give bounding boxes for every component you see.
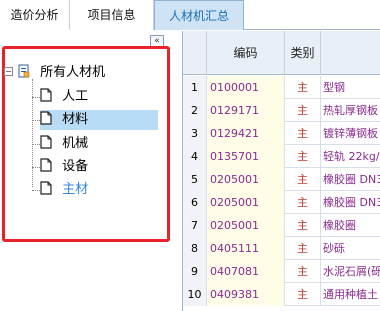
table-row[interactable]: 2 0129171 主热轧厚钢板 (183, 99, 380, 122)
row-type: 主 (285, 283, 321, 306)
row-index: 4 (183, 145, 207, 168)
grid-header: 编码 类别 (183, 31, 380, 75)
row-name: 热轧厚钢板 (323, 104, 378, 117)
row-code: 0205001 (207, 191, 285, 214)
row-name: 橡胶圈 DN3 (323, 196, 380, 209)
resource-grid: 编码 类别 1 0100001 主型钢 2 0129171 主热轧厚钢板 3 0129421 主… (182, 31, 380, 311)
row-name: 橡胶圈 DN3 (323, 173, 380, 186)
table-row[interactable]: 9 0407081 主水泥石屑(砾 (183, 260, 380, 283)
tree-connector (32, 120, 40, 121)
row-code: 0135701 (207, 145, 285, 168)
table-row[interactable]: 4 0135701 主轻轨 22kg/ (183, 145, 380, 168)
row-code: 0129421 (207, 122, 285, 145)
row-code: 0100001 (207, 76, 285, 99)
tree-item-main-materials[interactable]: 主材 (40, 180, 88, 200)
row-code: 0409381 (207, 283, 285, 306)
row-index: 2 (183, 99, 207, 122)
document-icon (40, 158, 52, 172)
tab-bar: 造价分析 项目信息 人材机汇总 (0, 0, 380, 30)
row-type: 主 (285, 145, 321, 168)
tree-connector (32, 190, 40, 191)
row-name: 轻轨 22kg/ (323, 150, 380, 163)
row-type: 主 (285, 76, 321, 99)
tree-root-icon (18, 64, 30, 78)
row-code: 0205001 (207, 214, 285, 237)
row-name: 通用种植土 (323, 288, 378, 301)
row-index: 6 (183, 191, 207, 214)
row-index: 10 (183, 283, 207, 306)
tree-root-all-resources[interactable]: 所有人材机 (18, 63, 105, 83)
row-type: 主 (285, 122, 321, 145)
row-name: 橡胶圈 (323, 219, 356, 232)
row-index: 3 (183, 122, 207, 145)
column-header-name[interactable] (321, 31, 380, 75)
tree-connector (32, 144, 40, 145)
tree-item-machinery[interactable]: 机械 (40, 134, 88, 154)
category-tree-panel: « − 所有人材机 人工 材料 机械 设备 主材 (0, 31, 178, 311)
row-type: 主 (285, 260, 321, 283)
tree-item-label: 材料 (62, 112, 89, 127)
document-icon (40, 135, 52, 149)
tree-connector (32, 97, 40, 98)
tree-item-label: 主材 (62, 182, 89, 197)
document-icon (40, 111, 52, 125)
table-row[interactable]: 5 0205001 主橡胶圈 DN3 (183, 168, 380, 191)
table-row[interactable]: 8 0405111 主砂砾 (183, 237, 380, 260)
tree-connector (32, 167, 40, 168)
table-row[interactable]: 1 0100001 主型钢 (183, 76, 380, 99)
tree-item-equipment[interactable]: 设备 (40, 157, 88, 177)
table-row[interactable]: 7 0205001 主橡胶圈 (183, 214, 380, 237)
table-row[interactable]: 3 0129421 主镀锌薄钢板 (183, 122, 380, 145)
row-index: 7 (183, 214, 207, 237)
column-header-type[interactable]: 类别 (285, 31, 321, 75)
row-name: 水泥石屑(砾 (323, 265, 380, 278)
row-type: 主 (285, 191, 321, 214)
tree-item-label: 设备 (62, 159, 89, 174)
row-type: 主 (285, 237, 321, 260)
tab-cost-analysis[interactable]: 造价分析 (0, 0, 70, 30)
row-index: 9 (183, 260, 207, 283)
row-type: 主 (285, 99, 321, 122)
column-header-index[interactable] (183, 31, 207, 75)
tab-resource-summary[interactable]: 人材机汇总 (154, 0, 244, 30)
column-header-code[interactable]: 编码 (207, 31, 285, 75)
tab-project-info[interactable]: 项目信息 (70, 0, 154, 30)
tree-item-labor[interactable]: 人工 (40, 87, 88, 107)
tree-item-materials[interactable]: 材料 (40, 110, 158, 130)
table-row[interactable]: 6 0205001 主橡胶圈 DN3 (183, 191, 380, 214)
row-type: 主 (285, 168, 321, 191)
document-icon (40, 181, 52, 195)
tree-connector (32, 79, 33, 187)
row-index: 1 (183, 76, 207, 99)
table-row[interactable]: 10 0409381 主通用种植土 (183, 283, 380, 306)
row-code: 0205001 (207, 168, 285, 191)
row-type: 主 (285, 214, 321, 237)
tree-root-label: 所有人材机 (40, 65, 106, 80)
row-name: 砂砾 (323, 242, 345, 255)
row-name: 型钢 (323, 81, 345, 94)
document-icon (40, 88, 52, 102)
row-code: 0129171 (207, 99, 285, 122)
row-code: 0407081 (207, 260, 285, 283)
row-index: 8 (183, 237, 207, 260)
tree-item-label: 机械 (62, 136, 89, 151)
row-index: 5 (183, 168, 207, 191)
row-code: 0405111 (207, 237, 285, 260)
tree-item-label: 人工 (62, 89, 89, 104)
row-name: 镀锌薄钢板 (323, 127, 378, 140)
tree-expander-icon[interactable]: − (4, 67, 13, 76)
